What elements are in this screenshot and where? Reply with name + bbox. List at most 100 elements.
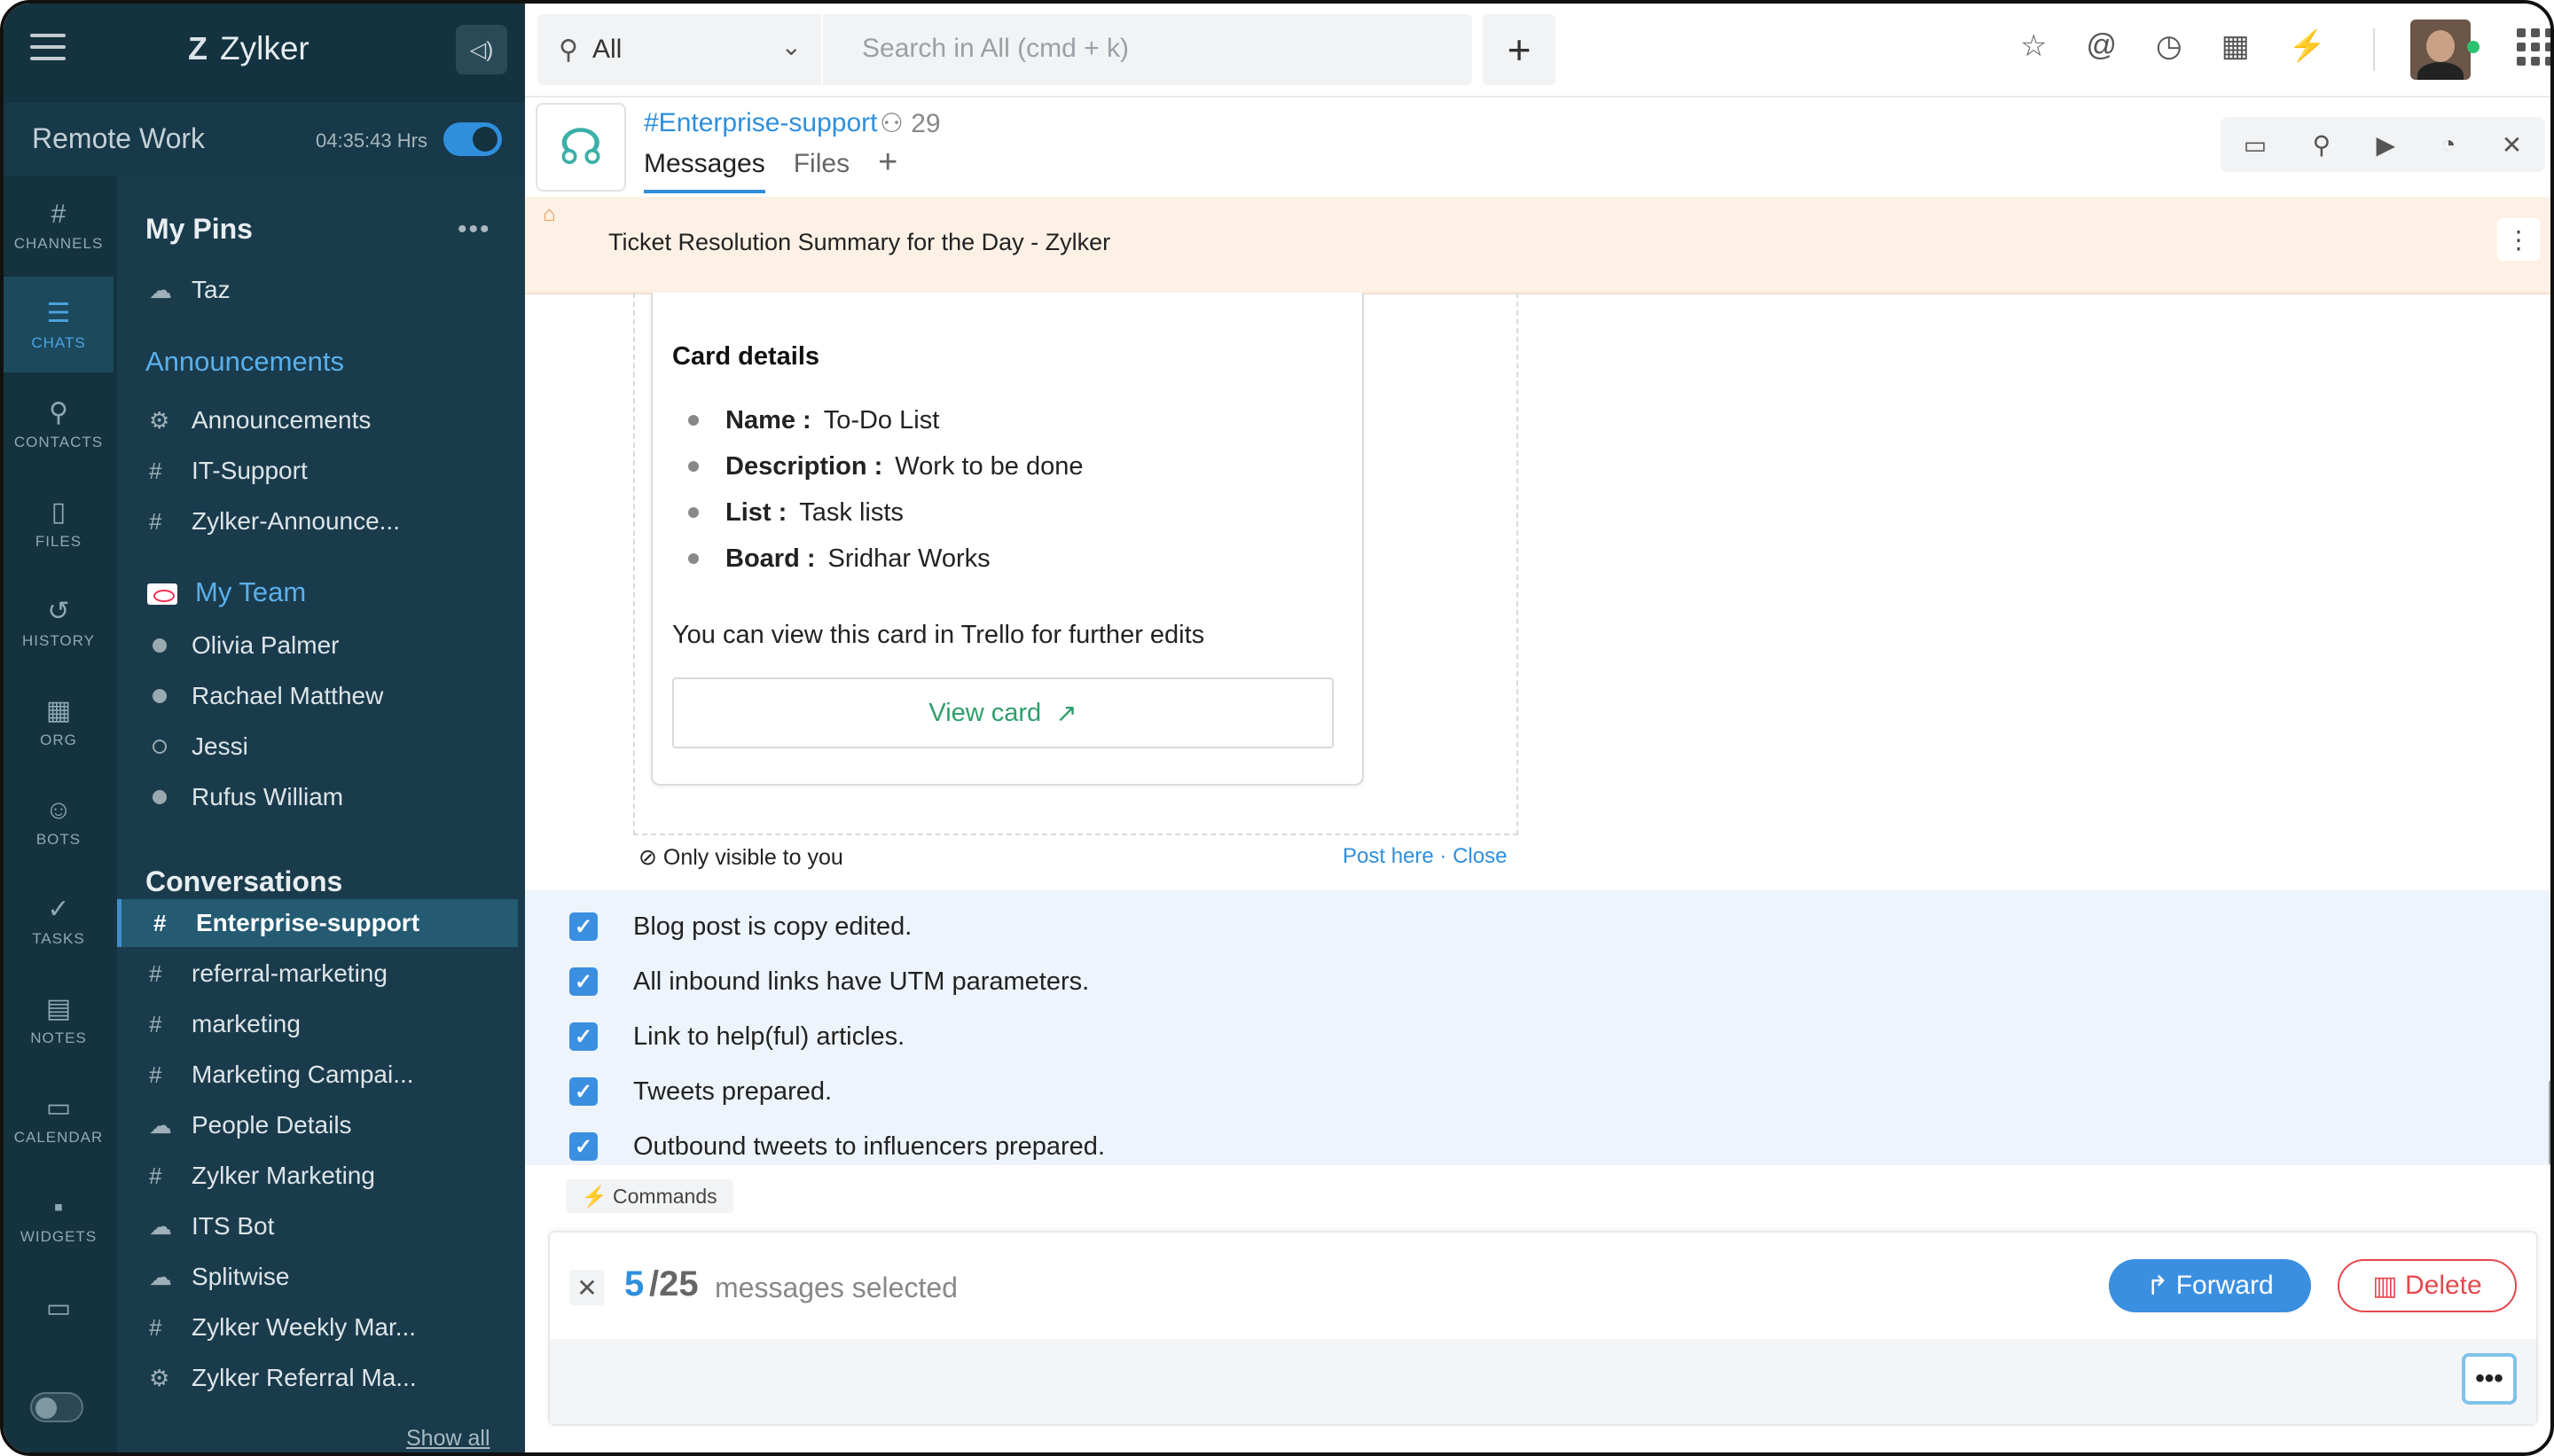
- forward-label: Forward: [2175, 1271, 2274, 1300]
- list-item[interactable]: # Marketing Campai...: [117, 1051, 518, 1099]
- rail-item-label: CHANNELS: [13, 235, 104, 252]
- list-item[interactable]: Jessi: [117, 723, 518, 771]
- table-row[interactable]: ✓ All inbound links have UTM parameters.: [569, 954, 1089, 1009]
- rail-item-channels[interactable]: # CHANNELS: [4, 177, 114, 273]
- search-input[interactable]: Search in All (cmd + k): [823, 14, 1472, 85]
- status-dot-icon: [153, 689, 167, 703]
- workspace-name[interactable]: Remote Work: [32, 122, 205, 155]
- list-item[interactable]: # Zylker Weekly Mar...: [117, 1303, 518, 1351]
- rail-item-label: WIDGETS: [20, 1228, 98, 1245]
- member-count-value: 29: [911, 109, 941, 138]
- rail-item-tasks[interactable]: ✓ TASKS: [4, 873, 114, 968]
- table-row[interactable]: ✓ Link to help(ful) articles.: [569, 1009, 905, 1064]
- theme-toggle[interactable]: [30, 1392, 83, 1422]
- pinned-message-banner[interactable]: ⌂ Ticket Resolution Summary for the Day …: [525, 197, 2550, 294]
- list-item-label: Zylker Referral Ma...: [192, 1364, 417, 1391]
- close-icon[interactable]: ✕: [2502, 130, 2522, 160]
- list-item[interactable]: ☁ People Details: [117, 1101, 518, 1149]
- rail-item-label: CALENDAR: [13, 1129, 104, 1146]
- list-item[interactable]: # Enterprise-support: [117, 899, 518, 947]
- integrations-icon[interactable]: ⚡: [2289, 28, 2326, 64]
- add-icon[interactable]: +: [1483, 14, 1555, 85]
- list-item[interactable]: # Zylker-Announce...: [117, 497, 518, 545]
- mention-icon[interactable]: @: [2086, 28, 2117, 64]
- checkbox[interactable]: ✓: [569, 912, 598, 941]
- speaker-icon[interactable]: ◁): [456, 25, 507, 74]
- calendar-icon[interactable]: ▦: [2221, 28, 2250, 64]
- clear-selection-icon[interactable]: ✕: [569, 1270, 605, 1305]
- rail-item-history[interactable]: ↺ HISTORY: [4, 575, 114, 670]
- search-scope-select[interactable]: ⚲ All ⌄: [537, 14, 821, 85]
- checkbox[interactable]: ✓: [569, 1077, 598, 1106]
- list-item-label: Rachael Matthew: [192, 682, 384, 709]
- scrollbar[interactable]: [2549, 1080, 2550, 1165]
- table-row[interactable]: ✓ Blog post is copy edited.: [569, 899, 912, 954]
- kebab-menu-icon[interactable]: ⋮: [2497, 218, 2540, 261]
- rail-item-calendar[interactable]: ▭ CALENDAR: [4, 1071, 114, 1167]
- list-item[interactable]: Olivia Palmer: [117, 622, 518, 669]
- checkin-toggle[interactable]: [443, 122, 502, 156]
- close-link[interactable]: Close: [1453, 844, 1507, 868]
- show-all-link[interactable]: Show all: [406, 1426, 490, 1452]
- table-row[interactable]: ✓ Outbound tweets to influencers prepared…: [569, 1119, 1105, 1174]
- app-logo: Z Zylker: [188, 30, 309, 67]
- reminder-icon[interactable]: ◷: [2156, 28, 2182, 64]
- team-heading[interactable]: My Team: [195, 576, 306, 608]
- apps-grid-icon[interactable]: [2517, 28, 2550, 66]
- announcements-heading[interactable]: Announcements: [145, 346, 344, 378]
- list-item-label: Rufus William: [192, 783, 344, 810]
- list-item[interactable]: ☁ Taz: [117, 266, 518, 314]
- list-item[interactable]: Rachael Matthew: [117, 672, 518, 720]
- rail-item-chats[interactable]: ☰ CHATS: [4, 277, 114, 372]
- avatar[interactable]: [2410, 20, 2471, 80]
- list-item[interactable]: ☁ ITS Bot: [117, 1202, 518, 1250]
- post-here-link[interactable]: Post here: [1343, 844, 1434, 868]
- more-icon[interactable]: •••: [458, 215, 491, 245]
- add-tab-icon[interactable]: +: [878, 145, 897, 193]
- star-icon[interactable]: ☆: [2020, 28, 2047, 64]
- thread-icon[interactable]: ▭: [2244, 130, 2267, 160]
- channel-name[interactable]: #Enterprise-support: [644, 108, 877, 138]
- checkbox[interactable]: ✓: [569, 967, 598, 996]
- view-card-button[interactable]: View card ↗: [672, 677, 1334, 748]
- list-item[interactable]: Rufus William: [117, 773, 518, 821]
- channel-search-icon[interactable]: ⚲: [2313, 130, 2331, 160]
- tab-files[interactable]: Files: [794, 149, 850, 193]
- sidebar-header: Z Zylker ◁): [117, 4, 525, 103]
- checkbox[interactable]: ✓: [569, 1132, 598, 1161]
- rail-item-notes[interactable]: ▤ NOTES: [4, 972, 114, 1068]
- video-call-icon[interactable]: ▶: [2377, 130, 2396, 160]
- list-item[interactable]: # marketing: [117, 1000, 518, 1048]
- list-item-label: Zylker Marketing: [192, 1162, 375, 1189]
- rail-item-org[interactable]: ▦ ORG: [4, 674, 114, 770]
- rail-item-label: CONTACTS: [13, 434, 104, 450]
- menu-icon[interactable]: [30, 34, 66, 62]
- rail-item-bots[interactable]: ☺ BOTS: [4, 773, 114, 869]
- list-item-label: marketing: [192, 1010, 301, 1037]
- forward-button[interactable]: ↱ Forward: [2109, 1259, 2311, 1312]
- card-field-value: Work to be done: [895, 451, 1084, 481]
- rail-item-contacts[interactable]: ⚲ CONTACTS: [4, 376, 114, 472]
- list-item[interactable]: ☁ Splitwise: [117, 1253, 518, 1301]
- more-options-button[interactable]: •••: [2462, 1353, 2517, 1405]
- feedback-icon[interactable]: ▭: [4, 1261, 114, 1357]
- list-item[interactable]: # IT-Support: [117, 447, 518, 495]
- list-item[interactable]: ⚙ Announcements: [117, 396, 518, 444]
- external-link-icon: ↗: [1055, 699, 1077, 728]
- table-row[interactable]: ✓ Tweets prepared.: [569, 1064, 832, 1119]
- commands-chip[interactable]: ⚡ Commands: [566, 1179, 733, 1213]
- list-item[interactable]: ⚙ Zylker Referral Ma...: [117, 1354, 518, 1402]
- rail-item-files[interactable]: ▯ FILES: [4, 475, 114, 571]
- list-item[interactable]: # referral-marketing: [117, 950, 518, 998]
- rail-item-widgets[interactable]: ▪ WIDGETS: [4, 1170, 114, 1266]
- list-item-label: Zylker-Announce...: [192, 507, 400, 535]
- bell-icon[interactable]: ◔: [2440, 130, 2456, 159]
- checkbox[interactable]: ✓: [569, 1022, 598, 1051]
- member-count[interactable]: ⚇ 29: [880, 108, 941, 139]
- card-field-value: To-Do List: [823, 405, 940, 434]
- delete-button[interactable]: ▥ Delete: [2338, 1259, 2517, 1312]
- trello-card: Card details Name : To-Do List Description…: [651, 293, 1364, 786]
- list-item[interactable]: # Zylker Marketing: [117, 1152, 518, 1200]
- composer-area[interactable]: [550, 1339, 2536, 1424]
- tab-messages[interactable]: Messages: [644, 149, 765, 193]
